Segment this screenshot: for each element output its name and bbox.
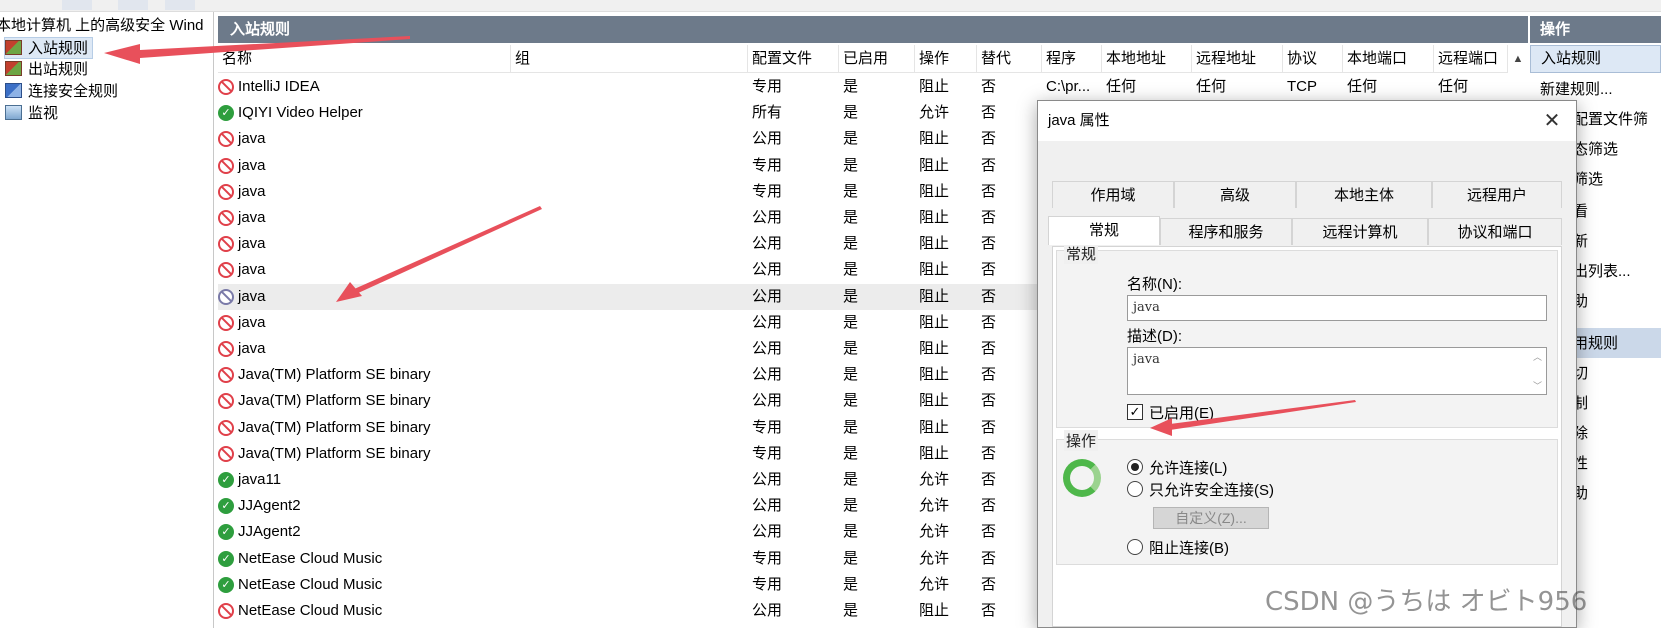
annotation-arrow (336, 282, 362, 302)
annotation-arrow (104, 44, 140, 64)
annotation-arrow (352, 206, 542, 294)
watermark: CSDN @うちは オビト956 (1265, 587, 1588, 617)
tab-4[interactable]: 常规 (1048, 216, 1160, 245)
annotation-arrow (1150, 418, 1172, 436)
annotation-arrow (1170, 400, 1356, 430)
annotation-arrow (140, 36, 410, 58)
annotation-arrows (104, 36, 1356, 436)
